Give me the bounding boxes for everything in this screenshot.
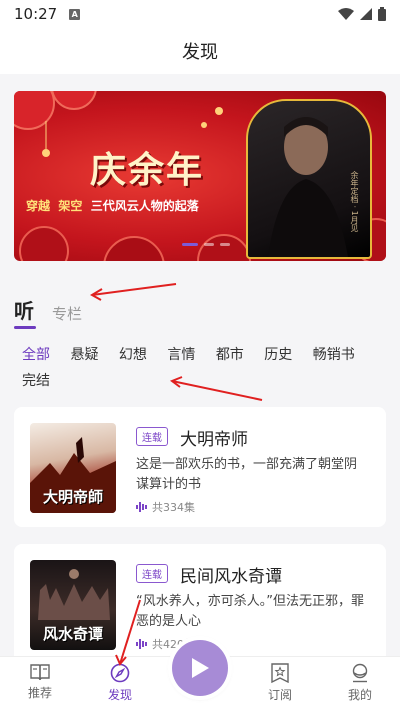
nav-label: 订阅 [267,688,292,702]
banner-portrait: 余年定档 · 1月见 [246,99,372,259]
main-tabs: 听 专栏 [14,286,82,330]
status-badge: 连载 [136,427,168,446]
category-finished[interactable]: 完结 [22,368,50,394]
battery-icon [378,7,386,21]
category-romance[interactable]: 言情 [167,342,195,368]
star-box-icon [271,663,289,683]
poster-caption: 余年定档 · 1月见 [350,171,359,232]
category-suspense[interactable]: 悬疑 [70,342,98,368]
header: 发现 [0,28,400,74]
nav-label: 发现 [107,688,132,702]
category-bestseller[interactable]: 畅销书 [313,342,355,368]
play-button[interactable] [172,640,228,696]
cover-title: 风水奇谭 [42,625,103,643]
play-icon [192,658,209,678]
nav-discover[interactable]: 发现 [80,657,160,710]
category-fantasy[interactable]: 幻想 [119,342,147,368]
book-card[interactable]: 大明帝師 连载 大明帝师 这是一部欢乐的书，一部充满了朝堂阴谋算计的书 共334… [14,407,386,527]
tab-indicator [14,326,36,329]
book-meta: 共334集 [136,499,195,515]
book-description: “风水养人，亦可杀人。”但法无正邪，罪恶的是人心 [136,594,364,629]
nav-label: 我的 [347,688,372,702]
book-cover: 大明帝師 [30,423,116,513]
nav-label: 推荐 [27,686,52,700]
book-icon [30,664,50,681]
status-icons [338,7,386,21]
wifi-icon [338,8,354,20]
category-all[interactable]: 全部 [22,342,50,368]
book-title[interactable]: 民间风水奇谭 [180,562,282,587]
banner-pager [182,243,230,246]
audio-wave-icon [136,639,147,649]
pager-dot[interactable] [204,243,214,246]
content-area[interactable]: 庆余年 穿越 架空 三代风云人物的起落 余年定档 · 1月见 听 专栏 全部 悬… [0,74,400,656]
tab-listen[interactable]: 听 [14,295,34,330]
person-icon [352,663,368,683]
episode-count: 共334集 [152,501,195,514]
pager-dot[interactable] [220,243,230,246]
banner-subtitle: 穿越 架空 三代风云人物的起落 [26,197,199,214]
banner-title: 庆余年 [90,150,205,191]
banner-subtitle-part: 穿越 [26,199,51,213]
status-bar: 10:27 A [0,0,400,28]
book-cover: 风水奇谭 [30,560,116,650]
category-filter: 全部 悬疑 幻想 言情 都市 历史 畅销书 完结 [22,342,392,394]
category-history[interactable]: 历史 [264,342,292,368]
tab-column[interactable]: 专栏 [52,303,82,330]
nav-mine[interactable]: 我的 [320,657,400,710]
cover-title: 大明帝師 [42,488,103,506]
promo-banner[interactable]: 庆余年 穿越 架空 三代风云人物的起落 余年定档 · 1月见 [14,91,386,261]
nav-subscribe[interactable]: 订阅 [240,657,320,710]
notification-icon: A [69,8,81,20]
category-urban[interactable]: 都市 [216,342,244,368]
status-time: 10:27 [14,5,58,23]
audio-wave-icon [136,502,147,512]
status-badge: 连载 [136,564,168,583]
compass-icon [110,663,130,683]
banner-subtitle-part: 架空 [58,199,83,213]
pager-dot[interactable] [182,243,198,246]
page-title: 发现 [182,42,218,63]
book-title[interactable]: 大明帝师 [180,425,248,450]
nav-recommend[interactable]: 推荐 [0,657,80,710]
signal-icon [360,8,372,20]
banner-subtitle-part: 三代风云人物的起落 [90,199,199,213]
book-description: 这是一部欢乐的书，一部充满了朝堂阴谋算计的书 [136,457,358,492]
